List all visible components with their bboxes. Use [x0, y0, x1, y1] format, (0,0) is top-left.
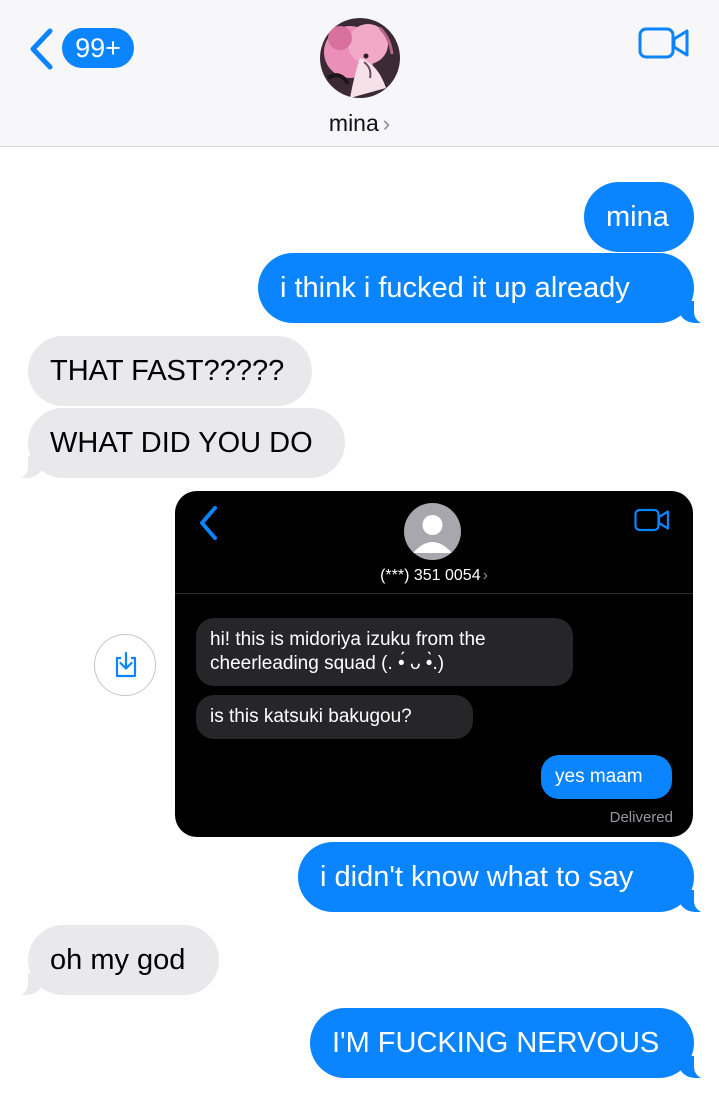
chevron-left-icon: [30, 28, 53, 70]
avatar[interactable]: [320, 18, 400, 98]
received-message-bubble[interactable]: oh my god: [14, 925, 219, 996]
unread-count-badge: 99+: [62, 28, 134, 68]
contact-phone-number: (***) 351 0054: [380, 567, 481, 584]
screenshot-attachment[interactable]: (***) 351 0054 › hi! this is midoriya izu…: [175, 491, 693, 837]
contact-name-button[interactable]: mina ›: [0, 110, 719, 137]
message-line: hi! this is midoriya izuku from the: [210, 629, 486, 650]
sent-message-bubble: yes maam: [541, 755, 672, 799]
sent-message-bubble[interactable]: i didn't know what to say: [298, 842, 708, 913]
chevron-right-icon: ›: [482, 567, 488, 584]
person-placeholder-icon: [404, 503, 461, 560]
delivered-status: Delivered: [609, 809, 673, 826]
back-button[interactable]: 99+: [28, 26, 143, 72]
chevron-right-icon: ›: [382, 111, 391, 136]
chevron-left-icon: [200, 506, 217, 540]
video-camera-icon: [638, 27, 689, 59]
conversation-header: 99+ mina ›: [0, 0, 719, 147]
facetime-video-button[interactable]: [638, 26, 690, 65]
contact-name: mina: [328, 110, 379, 136]
divider: [175, 593, 693, 594]
received-message-bubble[interactable]: WHAT DID YOU DO: [14, 408, 345, 479]
avatar-image: [320, 18, 400, 98]
sent-message-bubble[interactable]: i think i fucked it up already: [258, 253, 708, 324]
sent-message-bubble[interactable]: I'M FUCKING NERVOUS: [310, 1008, 708, 1079]
save-image-button[interactable]: [94, 634, 156, 696]
received-message-bubble: is this katsuki bakugou?: [196, 695, 473, 739]
received-message-bubble[interactable]: THAT FAST?????: [28, 336, 312, 406]
message-line: cheerleading squad (. •́ ᴗ •̀.): [210, 653, 445, 674]
download-icon: [115, 651, 137, 678]
video-camera-icon: [634, 508, 670, 532]
received-message-bubble: hi! this is midoriya izuku from the chee…: [196, 618, 573, 686]
sent-message-bubble[interactable]: mina: [584, 182, 694, 252]
